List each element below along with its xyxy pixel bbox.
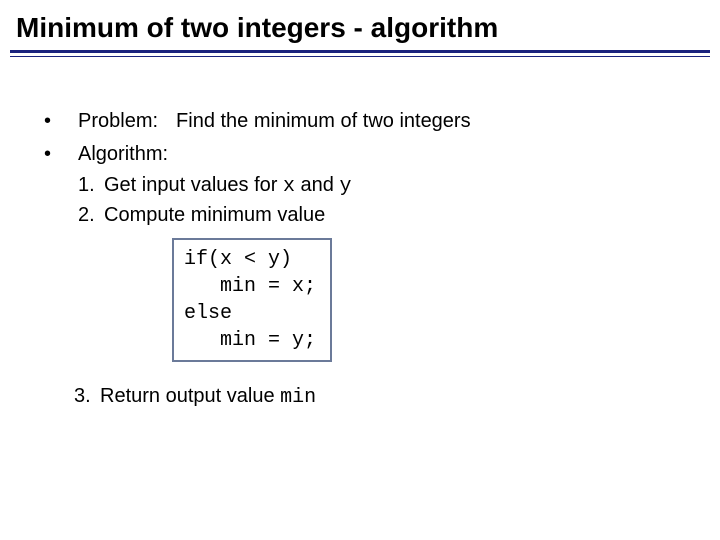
step-3: 3. Return output value min <box>74 382 680 412</box>
algorithm-steps: 1. Get input values for x and y 2. Compu… <box>78 171 680 230</box>
step-3-number: 3. <box>74 382 100 412</box>
bullet-dot-icon: • <box>40 140 78 169</box>
bullet-problem: • Problem: Find the minimum of two intege… <box>40 107 680 136</box>
step-3-text: Return output value min <box>100 382 316 412</box>
bullet-dot-icon: • <box>40 107 78 136</box>
step-1-text: Get input values for x and y <box>104 171 352 201</box>
slide: Minimum of two integers - algorithm • Pr… <box>0 0 720 540</box>
bullet-algorithm: • Algorithm: 1. Get input values for x a… <box>40 140 680 230</box>
step-2-text: Compute minimum value <box>104 201 325 230</box>
step-1-number: 1. <box>78 171 104 200</box>
step-1-mid: and <box>295 174 339 196</box>
problem-label: Problem: <box>78 107 158 136</box>
bullet-problem-body: Problem: Find the minimum of two integers <box>78 107 680 136</box>
title-underline <box>10 50 710 57</box>
code-box: if(x < y) min = x; else min = y; <box>172 238 332 362</box>
slide-content: • Problem: Find the minimum of two intege… <box>0 57 720 412</box>
slide-title: Minimum of two integers - algorithm <box>0 0 720 50</box>
step-1-pre: Get input values for <box>104 174 283 196</box>
bullet-algorithm-body: Algorithm: 1. Get input values for x and… <box>78 140 680 230</box>
step-1: 1. Get input values for x and y <box>78 171 680 201</box>
step-1-code-x: x <box>283 175 295 198</box>
step-2-number: 2. <box>78 201 104 230</box>
step-3-code-min: min <box>280 386 316 409</box>
algorithm-label: Algorithm: <box>78 140 168 169</box>
problem-text: Find the minimum of two integers <box>176 110 471 132</box>
step-1-code-y: y <box>339 175 351 198</box>
step-2: 2. Compute minimum value <box>78 201 680 230</box>
step-3-pre: Return output value <box>100 385 280 407</box>
